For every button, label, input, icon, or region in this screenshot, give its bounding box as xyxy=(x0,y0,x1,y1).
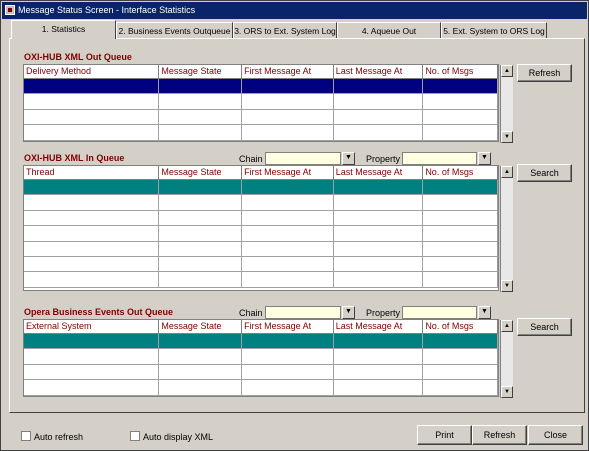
tab-ors-to-ext-system-log[interactable]: 3. ORS to Ext. System Log xyxy=(233,22,337,39)
in-queue-header: Thread Message State First Message At La… xyxy=(24,166,498,180)
scroll-up-icon[interactable]: ▲ xyxy=(501,65,513,77)
dropdown-arrow-icon[interactable]: ▼ xyxy=(342,306,355,319)
title-bar: Message Status Screen - Interface Statis… xyxy=(2,2,587,19)
app-window: Message Status Screen - Interface Statis… xyxy=(0,0,589,451)
table-row[interactable] xyxy=(24,380,498,396)
auto-refresh-label: Auto refresh xyxy=(34,432,84,442)
app-icon xyxy=(5,5,15,15)
col-no-of-msgs[interactable]: No. of Msgs xyxy=(423,166,498,180)
in-queue-property-select[interactable]: ▼ xyxy=(402,152,491,165)
col-external-system[interactable]: External System xyxy=(24,320,160,334)
table-row[interactable] xyxy=(24,94,498,110)
print-button[interactable]: Print xyxy=(417,425,472,445)
dropdown-arrow-icon[interactable]: ▼ xyxy=(478,306,491,319)
dropdown-arrow-icon[interactable]: ▼ xyxy=(342,152,355,165)
tab-ext-system-to-ors-log[interactable]: 5. Ext. System to ORS Log xyxy=(441,22,547,39)
col-first-message-at[interactable]: First Message At xyxy=(242,166,334,180)
col-last-message-at[interactable]: Last Message At xyxy=(333,320,424,334)
in-queue-chain-label: Chain xyxy=(239,154,263,164)
scroll-down-icon[interactable]: ▼ xyxy=(501,386,513,398)
col-message-state[interactable]: Message State xyxy=(159,65,243,79)
scroll-up-icon[interactable]: ▲ xyxy=(501,320,513,332)
table-row[interactable] xyxy=(24,349,498,365)
search-business-queue-button[interactable]: Search xyxy=(517,318,572,336)
col-last-message-at[interactable]: Last Message At xyxy=(333,65,424,79)
refresh-button[interactable]: Refresh xyxy=(472,425,527,445)
col-message-state[interactable]: Message State xyxy=(159,166,243,180)
search-in-queue-button[interactable]: Search xyxy=(517,164,572,182)
in-queue-scrollbar[interactable]: ▲ ▼ xyxy=(500,166,513,292)
window-title: Message Status Screen - Interface Statis… xyxy=(18,5,196,15)
auto-refresh-checkbox[interactable] xyxy=(21,431,31,441)
business-queue-title: Opera Business Events Out Queue xyxy=(24,307,174,317)
col-thread[interactable]: Thread xyxy=(24,166,160,180)
close-button[interactable]: Close xyxy=(528,425,583,445)
table-row[interactable] xyxy=(24,125,498,141)
auto-display-xml-checkbox[interactable] xyxy=(130,431,140,441)
table-row[interactable] xyxy=(24,79,498,95)
business-queue-grid: External System Message State First Mess… xyxy=(23,319,513,398)
table-row[interactable] xyxy=(24,241,498,257)
in-queue-property-label: Property xyxy=(366,154,401,164)
col-no-of-msgs[interactable]: No. of Msgs xyxy=(423,65,498,79)
in-queue-title: OXI-HUB XML In Queue xyxy=(24,153,125,163)
col-last-message-at[interactable]: Last Message At xyxy=(333,166,424,180)
col-message-state[interactable]: Message State xyxy=(159,320,243,334)
scroll-down-icon[interactable]: ▼ xyxy=(501,131,513,143)
out-queue-title: OXI-HUB XML Out Queue xyxy=(24,52,132,62)
dropdown-arrow-icon[interactable]: ▼ xyxy=(478,152,491,165)
tab-business-events-outqueue[interactable]: 2. Business Events Outqueue xyxy=(116,22,233,39)
out-queue-scrollbar[interactable]: ▲ ▼ xyxy=(500,65,513,143)
in-queue-chain-select[interactable]: ▼ xyxy=(265,152,355,165)
business-queue-chain-label: Chain xyxy=(239,308,263,318)
table-row[interactable] xyxy=(24,256,498,273)
table-row[interactable] xyxy=(24,210,498,227)
business-queue-header: External System Message State First Mess… xyxy=(24,320,498,334)
out-queue-grid: Delivery Method Message State First Mess… xyxy=(23,64,513,143)
table-row[interactable] xyxy=(24,226,498,242)
scroll-down-icon[interactable]: ▼ xyxy=(501,280,513,292)
scroll-up-icon[interactable]: ▲ xyxy=(501,166,513,178)
table-row[interactable] xyxy=(24,272,498,288)
business-queue-chain-select[interactable]: ▼ xyxy=(265,306,355,319)
out-queue-header: Delivery Method Message State First Mess… xyxy=(24,65,498,79)
table-row[interactable] xyxy=(24,195,498,211)
table-row[interactable] xyxy=(24,364,498,381)
table-row[interactable] xyxy=(24,180,498,196)
auto-display-xml-label: Auto display XML xyxy=(143,432,214,442)
refresh-out-queue-button[interactable]: Refresh xyxy=(517,64,572,82)
in-queue-grid: Thread Message State First Message At La… xyxy=(23,165,513,292)
col-delivery-method[interactable]: Delivery Method xyxy=(24,65,160,79)
business-queue-property-label: Property xyxy=(366,308,401,318)
col-first-message-at[interactable]: First Message At xyxy=(242,65,334,79)
table-row[interactable] xyxy=(24,334,498,350)
tab-aqueue-out[interactable]: 4. Aqueue Out xyxy=(337,22,441,39)
business-queue-property-select[interactable]: ▼ xyxy=(402,306,491,319)
business-queue-scrollbar[interactable]: ▲ ▼ xyxy=(500,320,513,398)
col-no-of-msgs[interactable]: No. of Msgs xyxy=(423,320,498,334)
tab-statistics[interactable]: 1. Statistics xyxy=(11,20,116,39)
col-first-message-at[interactable]: First Message At xyxy=(242,320,334,334)
table-row[interactable] xyxy=(24,109,498,126)
